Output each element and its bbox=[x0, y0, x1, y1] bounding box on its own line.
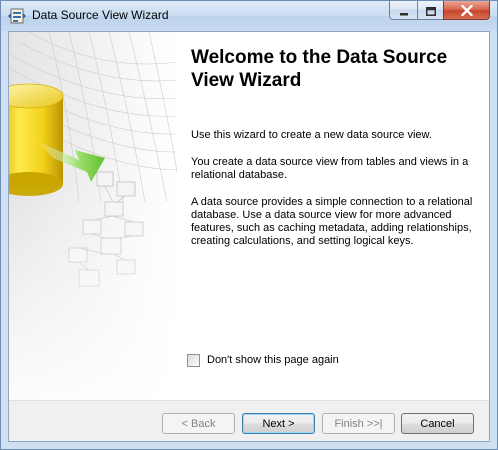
page-heading: Welcome to the Data Source View Wizard bbox=[191, 47, 448, 91]
wizard-window: Data Source View Wizard Welcome to the D… bbox=[0, 0, 498, 450]
banner-illustration bbox=[9, 32, 177, 400]
minimize-button[interactable] bbox=[389, 1, 418, 20]
window-title: Data Source View Wizard bbox=[32, 8, 169, 22]
dont-show-again-checkbox[interactable] bbox=[187, 353, 200, 367]
wizard-banner-graphic bbox=[9, 32, 177, 400]
next-button[interactable]: Next > bbox=[242, 413, 315, 434]
wizard-client-area: Welcome to the Data Source View Wizard U… bbox=[8, 31, 490, 442]
title-bar[interactable]: Data Source View Wizard bbox=[1, 1, 497, 31]
back-button[interactable]: < Back bbox=[162, 413, 235, 434]
close-button[interactable] bbox=[443, 1, 490, 20]
details-paragraph: A data source provides a simple connecti… bbox=[191, 196, 473, 247]
maximize-button[interactable] bbox=[417, 1, 444, 20]
dont-show-again-label[interactable]: Don't show this page again bbox=[207, 354, 339, 366]
cancel-button[interactable]: Cancel bbox=[401, 413, 474, 434]
maximize-icon bbox=[425, 1, 436, 20]
wizard-app-icon[interactable] bbox=[8, 7, 26, 25]
dont-show-again-option[interactable]: Don't show this page again bbox=[187, 352, 339, 368]
close-icon bbox=[460, 1, 473, 20]
button-bar: < Back Next > Finish >>| Cancel bbox=[9, 400, 489, 441]
minimize-icon bbox=[399, 1, 409, 20]
description-paragraph: You create a data source view from table… bbox=[191, 156, 469, 181]
finish-button[interactable]: Finish >>| bbox=[322, 413, 395, 434]
intro-paragraph: Use this wizard to create a new data sou… bbox=[191, 129, 432, 141]
